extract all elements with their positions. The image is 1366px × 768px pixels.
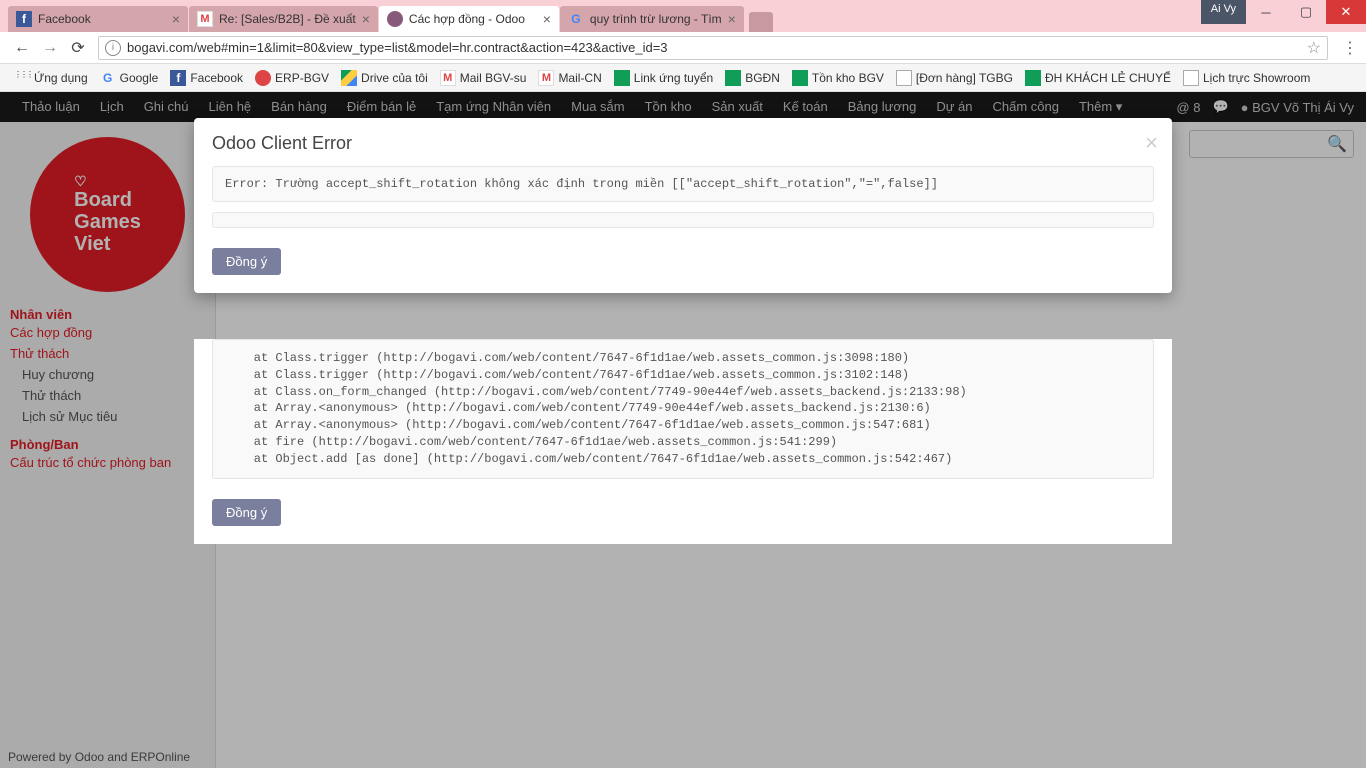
stack-trace-text: at Class.trigger (http://bogavi.com/web/… <box>212 339 1154 479</box>
error-message-box: Error: Trường accept_shift_rotation khôn… <box>212 166 1154 202</box>
agree-button[interactable]: Đồng ý <box>212 248 281 275</box>
bookmark-label: Mail-CN <box>558 71 601 85</box>
modal-close-button[interactable]: × <box>1145 130 1158 156</box>
tab-close-icon[interactable]: × <box>362 11 370 27</box>
chrome-user-badge[interactable]: Ai Vy <box>1201 0 1246 24</box>
g-icon: G <box>568 11 584 27</box>
tab-title: Các hợp đồng - Odoo <box>409 12 537 26</box>
browser-tab[interactable]: M Re: [Sales/B2B] - Đề xuất × <box>189 6 378 32</box>
gm-icon: M <box>440 70 456 86</box>
odoo-icon <box>387 11 403 27</box>
tab-title: Re: [Sales/B2B] - Đề xuất <box>219 12 356 26</box>
bookmarks-bar: ⋮⋮⋮ Ứng dụng G Googlef Facebook ERP-BGV Drive … <box>0 64 1366 92</box>
bookmark-item[interactable]: ERP-BGV <box>249 70 335 86</box>
tab-close-icon[interactable]: × <box>543 11 551 27</box>
browser-tab[interactable]: f Facebook × <box>8 6 188 32</box>
browser-tab-strip: fFacebook×MRe: [Sales/B2B] - Đề xuất×Các… <box>0 0 1366 32</box>
site-info-icon[interactable]: i <box>105 40 121 56</box>
drive-icon <box>341 70 357 86</box>
bookmark-label: ERP-BGV <box>275 71 329 85</box>
bookmark-item[interactable]: [Đơn hàng] TGBG <box>890 70 1019 86</box>
reload-button[interactable]: ⟳ <box>66 36 90 60</box>
back-button[interactable]: ← <box>10 36 34 60</box>
doc-icon <box>1183 70 1199 86</box>
maximize-button[interactable]: ▢ <box>1286 0 1326 24</box>
bookmark-item[interactable]: BGĐN <box>719 70 786 86</box>
bookmark-label: Lịch trực Showroom <box>1203 71 1310 85</box>
address-bar: ← → ⟳ i bogavi.com/web#min=1&limit=80&vi… <box>0 32 1366 64</box>
bookmark-label: Tồn kho BGV <box>812 71 884 85</box>
bookmark-item[interactable]: Link ứng tuyển <box>608 70 719 86</box>
sheet-icon <box>792 70 808 86</box>
bookmark-label: Google <box>120 71 159 85</box>
apps-icon: ⋮⋮⋮ <box>14 70 30 86</box>
error-modal: Odoo Client Error × Error: Trường accept… <box>194 118 1172 293</box>
minimize-button[interactable]: ─ <box>1246 0 1286 24</box>
bookmark-item[interactable]: ĐH KHÁCH LẺ CHUYỂ <box>1019 70 1177 86</box>
stack-trace-panel: at Class.trigger (http://bogavi.com/web/… <box>194 339 1172 544</box>
modal-body: Error: Trường accept_shift_rotation khôn… <box>194 166 1172 293</box>
tab-title: Facebook <box>38 12 166 26</box>
gm-icon: M <box>538 70 554 86</box>
window-controls: Ai Vy ─ ▢ ✕ <box>1201 0 1366 24</box>
doc-icon <box>896 70 912 86</box>
gm-icon: M <box>197 11 213 27</box>
url-field[interactable]: i bogavi.com/web#min=1&limit=80&view_typ… <box>98 36 1328 60</box>
tab-close-icon[interactable]: × <box>728 11 736 27</box>
error-detail-box <box>212 212 1154 228</box>
chrome-menu-icon[interactable]: ⋮ <box>1342 38 1358 58</box>
close-window-button[interactable]: ✕ <box>1326 0 1366 24</box>
bookmark-item[interactable]: M Mail BGV-su <box>434 70 533 86</box>
erp-icon <box>255 70 271 86</box>
bookmark-label: Mail BGV-su <box>460 71 527 85</box>
tab-title: quy trình trừ lương - Tìm <box>590 12 722 26</box>
browser-tab[interactable]: Các hợp đồng - Odoo × <box>379 6 559 32</box>
bookmark-item[interactable]: Tồn kho BGV <box>786 70 890 86</box>
tab-close-icon[interactable]: × <box>172 11 180 27</box>
bookmark-label: Ứng dụng <box>34 71 88 85</box>
modal-title: Odoo Client Error <box>212 133 1154 154</box>
bookmark-label: [Đơn hàng] TGBG <box>916 71 1013 85</box>
bookmark-label: BGĐN <box>745 71 780 85</box>
sheet-icon <box>725 70 741 86</box>
new-tab-button[interactable] <box>749 12 773 32</box>
bookmark-label: Link ứng tuyển <box>634 71 713 85</box>
browser-tab[interactable]: Gquy trình trừ lương - Tìm × <box>560 6 744 32</box>
bookmark-item[interactable]: ⋮⋮⋮ Ứng dụng <box>8 70 94 86</box>
g-icon: G <box>100 70 116 86</box>
bookmark-label: Drive của tôi <box>361 71 428 85</box>
agree-button-2[interactable]: Đồng ý <box>212 499 281 526</box>
tabs-container: fFacebook×MRe: [Sales/B2B] - Đề xuất×Các… <box>0 0 773 32</box>
trace-footer: Đồng ý <box>212 479 1154 526</box>
sheet-icon <box>614 70 630 86</box>
bookmark-item[interactable]: G Google <box>94 70 165 86</box>
bookmark-item[interactable]: Drive của tôi <box>335 70 434 86</box>
modal-header: Odoo Client Error × <box>194 118 1172 166</box>
bookmark-label: Facebook <box>190 71 243 85</box>
bookmark-item[interactable]: Lịch trực Showroom <box>1177 70 1316 86</box>
sheet-icon <box>1025 70 1041 86</box>
bookmark-star-icon[interactable]: ☆ <box>1307 38 1321 58</box>
bookmark-label: ĐH KHÁCH LẺ CHUYỂ <box>1045 71 1171 85</box>
url-text: bogavi.com/web#min=1&limit=80&view_type=… <box>127 40 1307 55</box>
fb-icon: f <box>170 70 186 86</box>
bookmark-item[interactable]: M Mail-CN <box>532 70 607 86</box>
bookmark-item[interactable]: f Facebook <box>164 70 249 86</box>
forward-button: → <box>38 36 62 60</box>
fb-icon: f <box>16 11 32 27</box>
